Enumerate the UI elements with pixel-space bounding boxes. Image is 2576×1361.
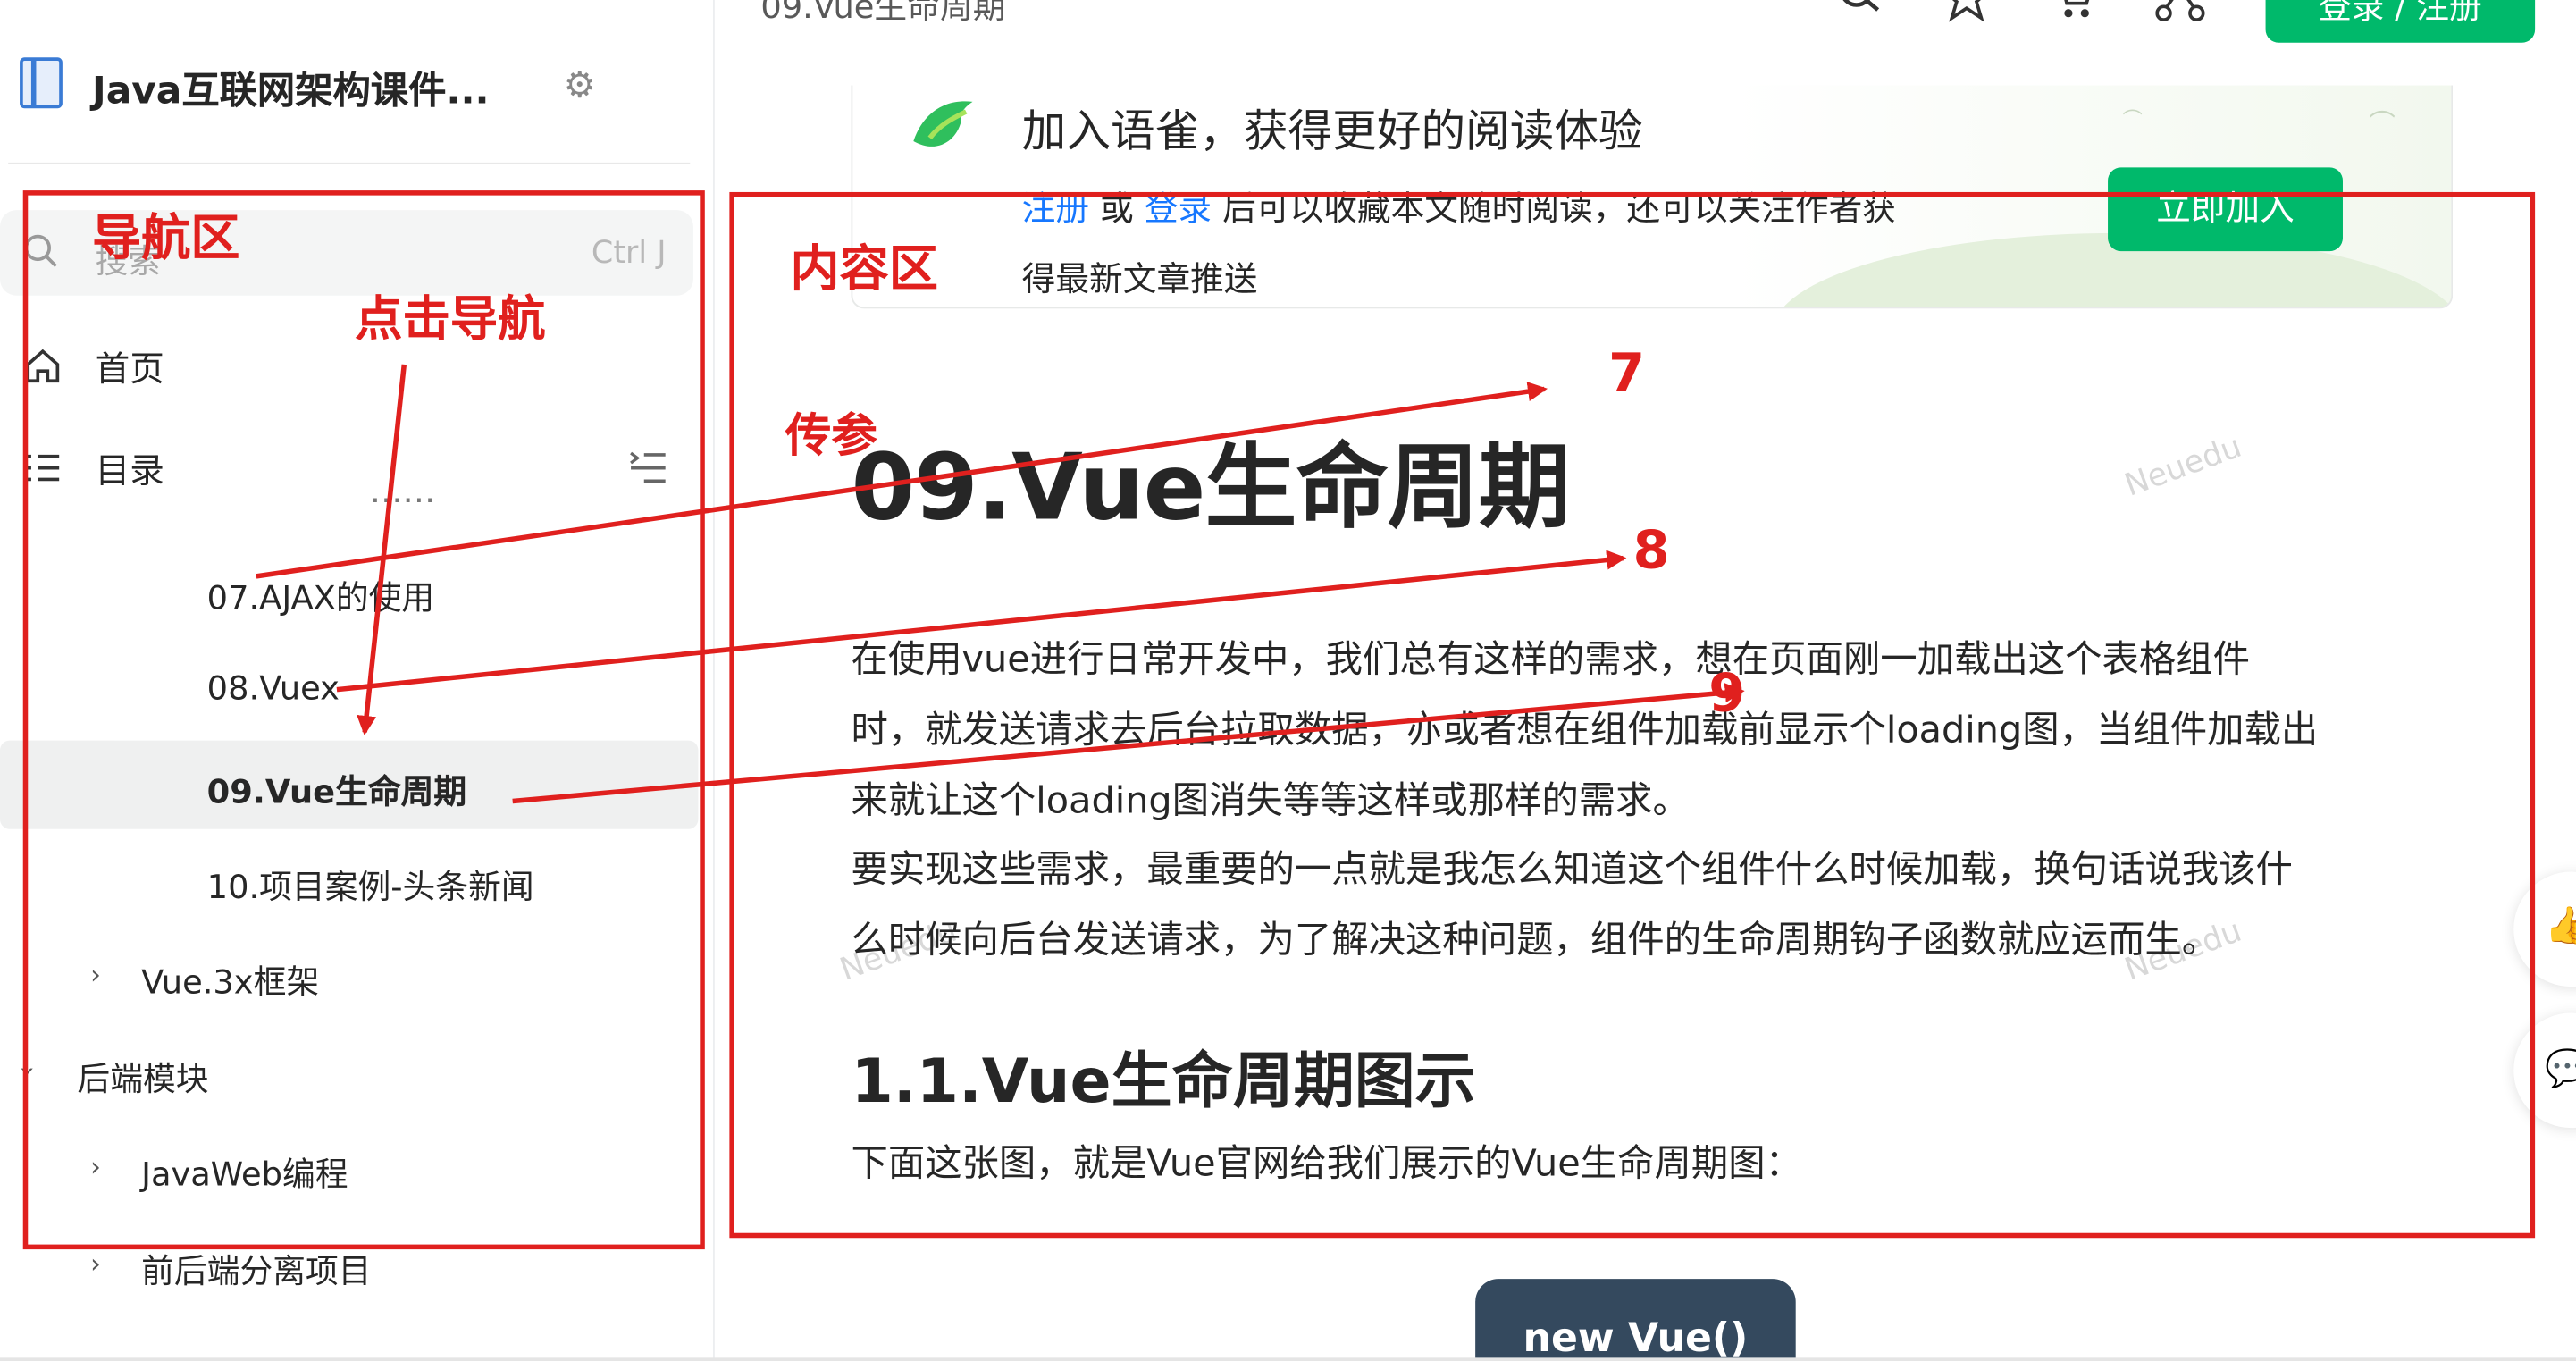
star-icon[interactable] [1942, 0, 1991, 23]
annotation-content-label: 内容区 [790, 241, 938, 299]
yuque-bird-icon [913, 101, 973, 147]
lifecycle-diagram-start: new Vue() [1475, 1279, 1796, 1361]
divider [8, 162, 691, 164]
annotation-pass-param: 传参 [785, 408, 877, 464]
annotation-number-7: 7 [1608, 341, 1646, 404]
book-icon [20, 57, 63, 109]
annotation-nav-label: 导航区 [91, 210, 240, 268]
bottom-divider [0, 1357, 2576, 1361]
annotation-number-9: 9 [1708, 661, 1746, 725]
login-register-button[interactable]: 登录 / 注册 [2265, 0, 2536, 43]
book-settings-icon[interactable]: ⚙ [564, 65, 596, 106]
comment-icon: 💬 [2545, 1049, 2576, 1090]
share-icon[interactable] [2155, 0, 2205, 23]
banner-title: 加入语雀，获得更好的阅读体验 [1021, 106, 1643, 158]
annotation-number-8: 8 [1632, 518, 1670, 582]
screenshot-stage: Java互联网架构课件... ⚙ 搜索 Ctrl J 首页 目录 …… 07.A… [0, 0, 2576, 1361]
bird-decoration-icon: ⌒ [2122, 108, 2143, 131]
chevron-right-icon[interactable]: › [90, 1248, 101, 1279]
bird-decoration-icon: ⌒ [2369, 108, 2396, 140]
book-title[interactable]: Java互联网架构课件... [92, 59, 490, 114]
breadcrumb: 09.Vue生命周期 [760, 0, 1006, 27]
search-icon[interactable] [1835, 0, 1884, 23]
cart-icon[interactable] [2049, 0, 2098, 23]
annotation-click-nav: 点击导航 [355, 290, 546, 347]
toc-item[interactable]: 前后端分离项目 [141, 1245, 371, 1292]
thumbs-up-icon: 👍 [2545, 906, 2576, 947]
